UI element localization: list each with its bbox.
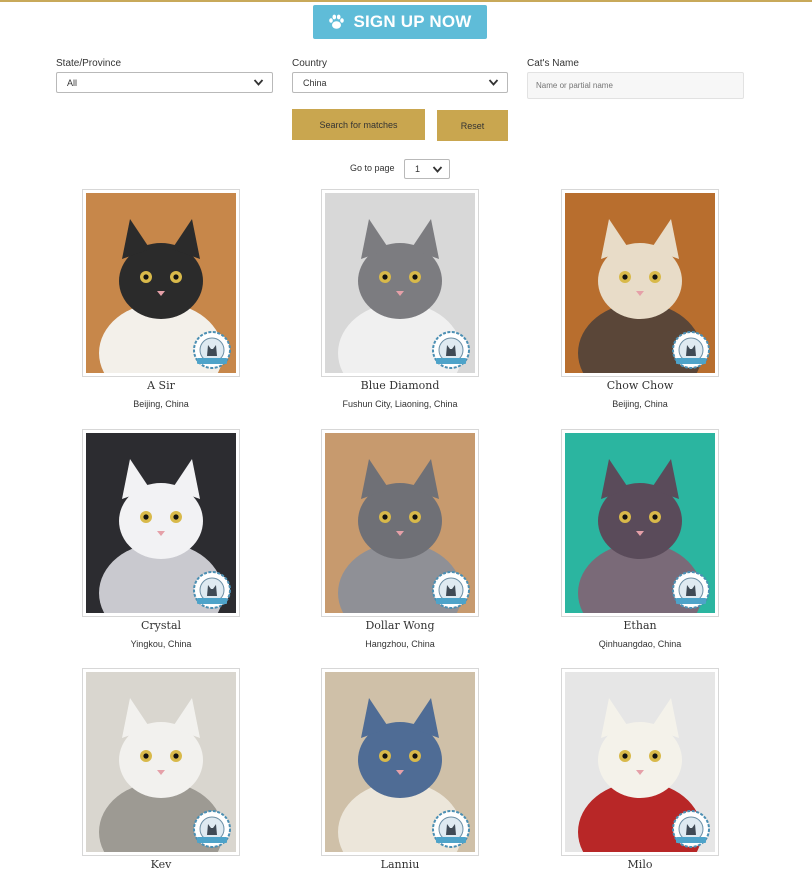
cat-name[interactable]: Ethan	[561, 619, 719, 632]
cat-photo-frame[interactable]	[561, 429, 719, 617]
cat-photo-frame[interactable]	[82, 429, 240, 617]
country-select[interactable]: China	[292, 72, 508, 93]
cat-photo-frame[interactable]	[82, 189, 240, 377]
certified-seal-icon	[671, 809, 711, 849]
cat-name-input[interactable]	[527, 72, 744, 99]
country-label: Country	[292, 58, 328, 69]
cat-location: Qinhuangdao, China	[598, 639, 682, 649]
cat-photo-frame[interactable]	[82, 668, 240, 856]
cat-photo[interactable]	[86, 433, 236, 613]
chevron-down-icon	[432, 165, 443, 176]
certified-seal-icon	[671, 330, 711, 370]
certified-seal-icon	[192, 570, 232, 610]
cat-photo[interactable]	[565, 672, 715, 852]
cat-name[interactable]: Kev	[82, 858, 240, 871]
cat-photo[interactable]	[565, 433, 715, 613]
cat-location: Beijing, China	[612, 399, 668, 409]
cat-location: Hangzhou, China	[365, 639, 435, 649]
cat-name-label: Cat's Name	[527, 58, 579, 69]
paw-icon	[328, 14, 345, 30]
cat-name[interactable]: A Sir	[82, 379, 240, 392]
cat-photo-frame[interactable]	[561, 668, 719, 856]
cat-name[interactable]: Chow Chow	[561, 379, 719, 392]
cat-photo[interactable]	[565, 193, 715, 373]
cat-name[interactable]: Crystal	[82, 619, 240, 632]
cat-name[interactable]: Milo	[561, 858, 719, 871]
page-select[interactable]: 1	[404, 159, 450, 179]
certified-seal-icon	[431, 809, 471, 849]
cat-photo-frame[interactable]	[321, 668, 479, 856]
cat-name[interactable]: Dollar Wong	[321, 619, 479, 632]
cat-photo[interactable]	[86, 193, 236, 373]
cat-photo[interactable]	[325, 433, 475, 613]
sign-up-button[interactable]: SIGN UP NOW	[313, 5, 487, 39]
cat-location: Yingkou, China	[130, 639, 192, 649]
state-select[interactable]: All	[56, 72, 273, 93]
chevron-down-icon	[488, 78, 499, 89]
go-to-page-label: Go to page	[350, 163, 395, 173]
reset-button[interactable]: Reset	[437, 110, 508, 141]
cat-photo[interactable]	[325, 193, 475, 373]
certified-seal-icon	[431, 570, 471, 610]
cat-name[interactable]: Lanniu	[321, 858, 479, 871]
search-button[interactable]: Search for matches	[292, 109, 425, 140]
page-select-value: 1	[415, 164, 421, 174]
cat-photo[interactable]	[325, 672, 475, 852]
certified-seal-icon	[192, 330, 232, 370]
top-accent-rule	[0, 0, 812, 2]
certified-seal-icon	[671, 570, 711, 610]
cat-location: Fushun City, Liaoning, China	[342, 399, 458, 409]
certified-seal-icon	[431, 330, 471, 370]
cat-name[interactable]: Blue Diamond	[321, 379, 479, 392]
country-value: China	[303, 77, 327, 88]
state-value: All	[67, 77, 78, 88]
cat-location: Beijing, China	[133, 399, 189, 409]
cat-photo[interactable]	[86, 672, 236, 852]
chevron-down-icon	[253, 78, 264, 89]
cat-photo-frame[interactable]	[321, 429, 479, 617]
cat-photo-frame[interactable]	[561, 189, 719, 377]
sign-up-label: SIGN UP NOW	[353, 12, 472, 31]
state-label: State/Province	[56, 58, 122, 69]
cat-photo-frame[interactable]	[321, 189, 479, 377]
certified-seal-icon	[192, 809, 232, 849]
